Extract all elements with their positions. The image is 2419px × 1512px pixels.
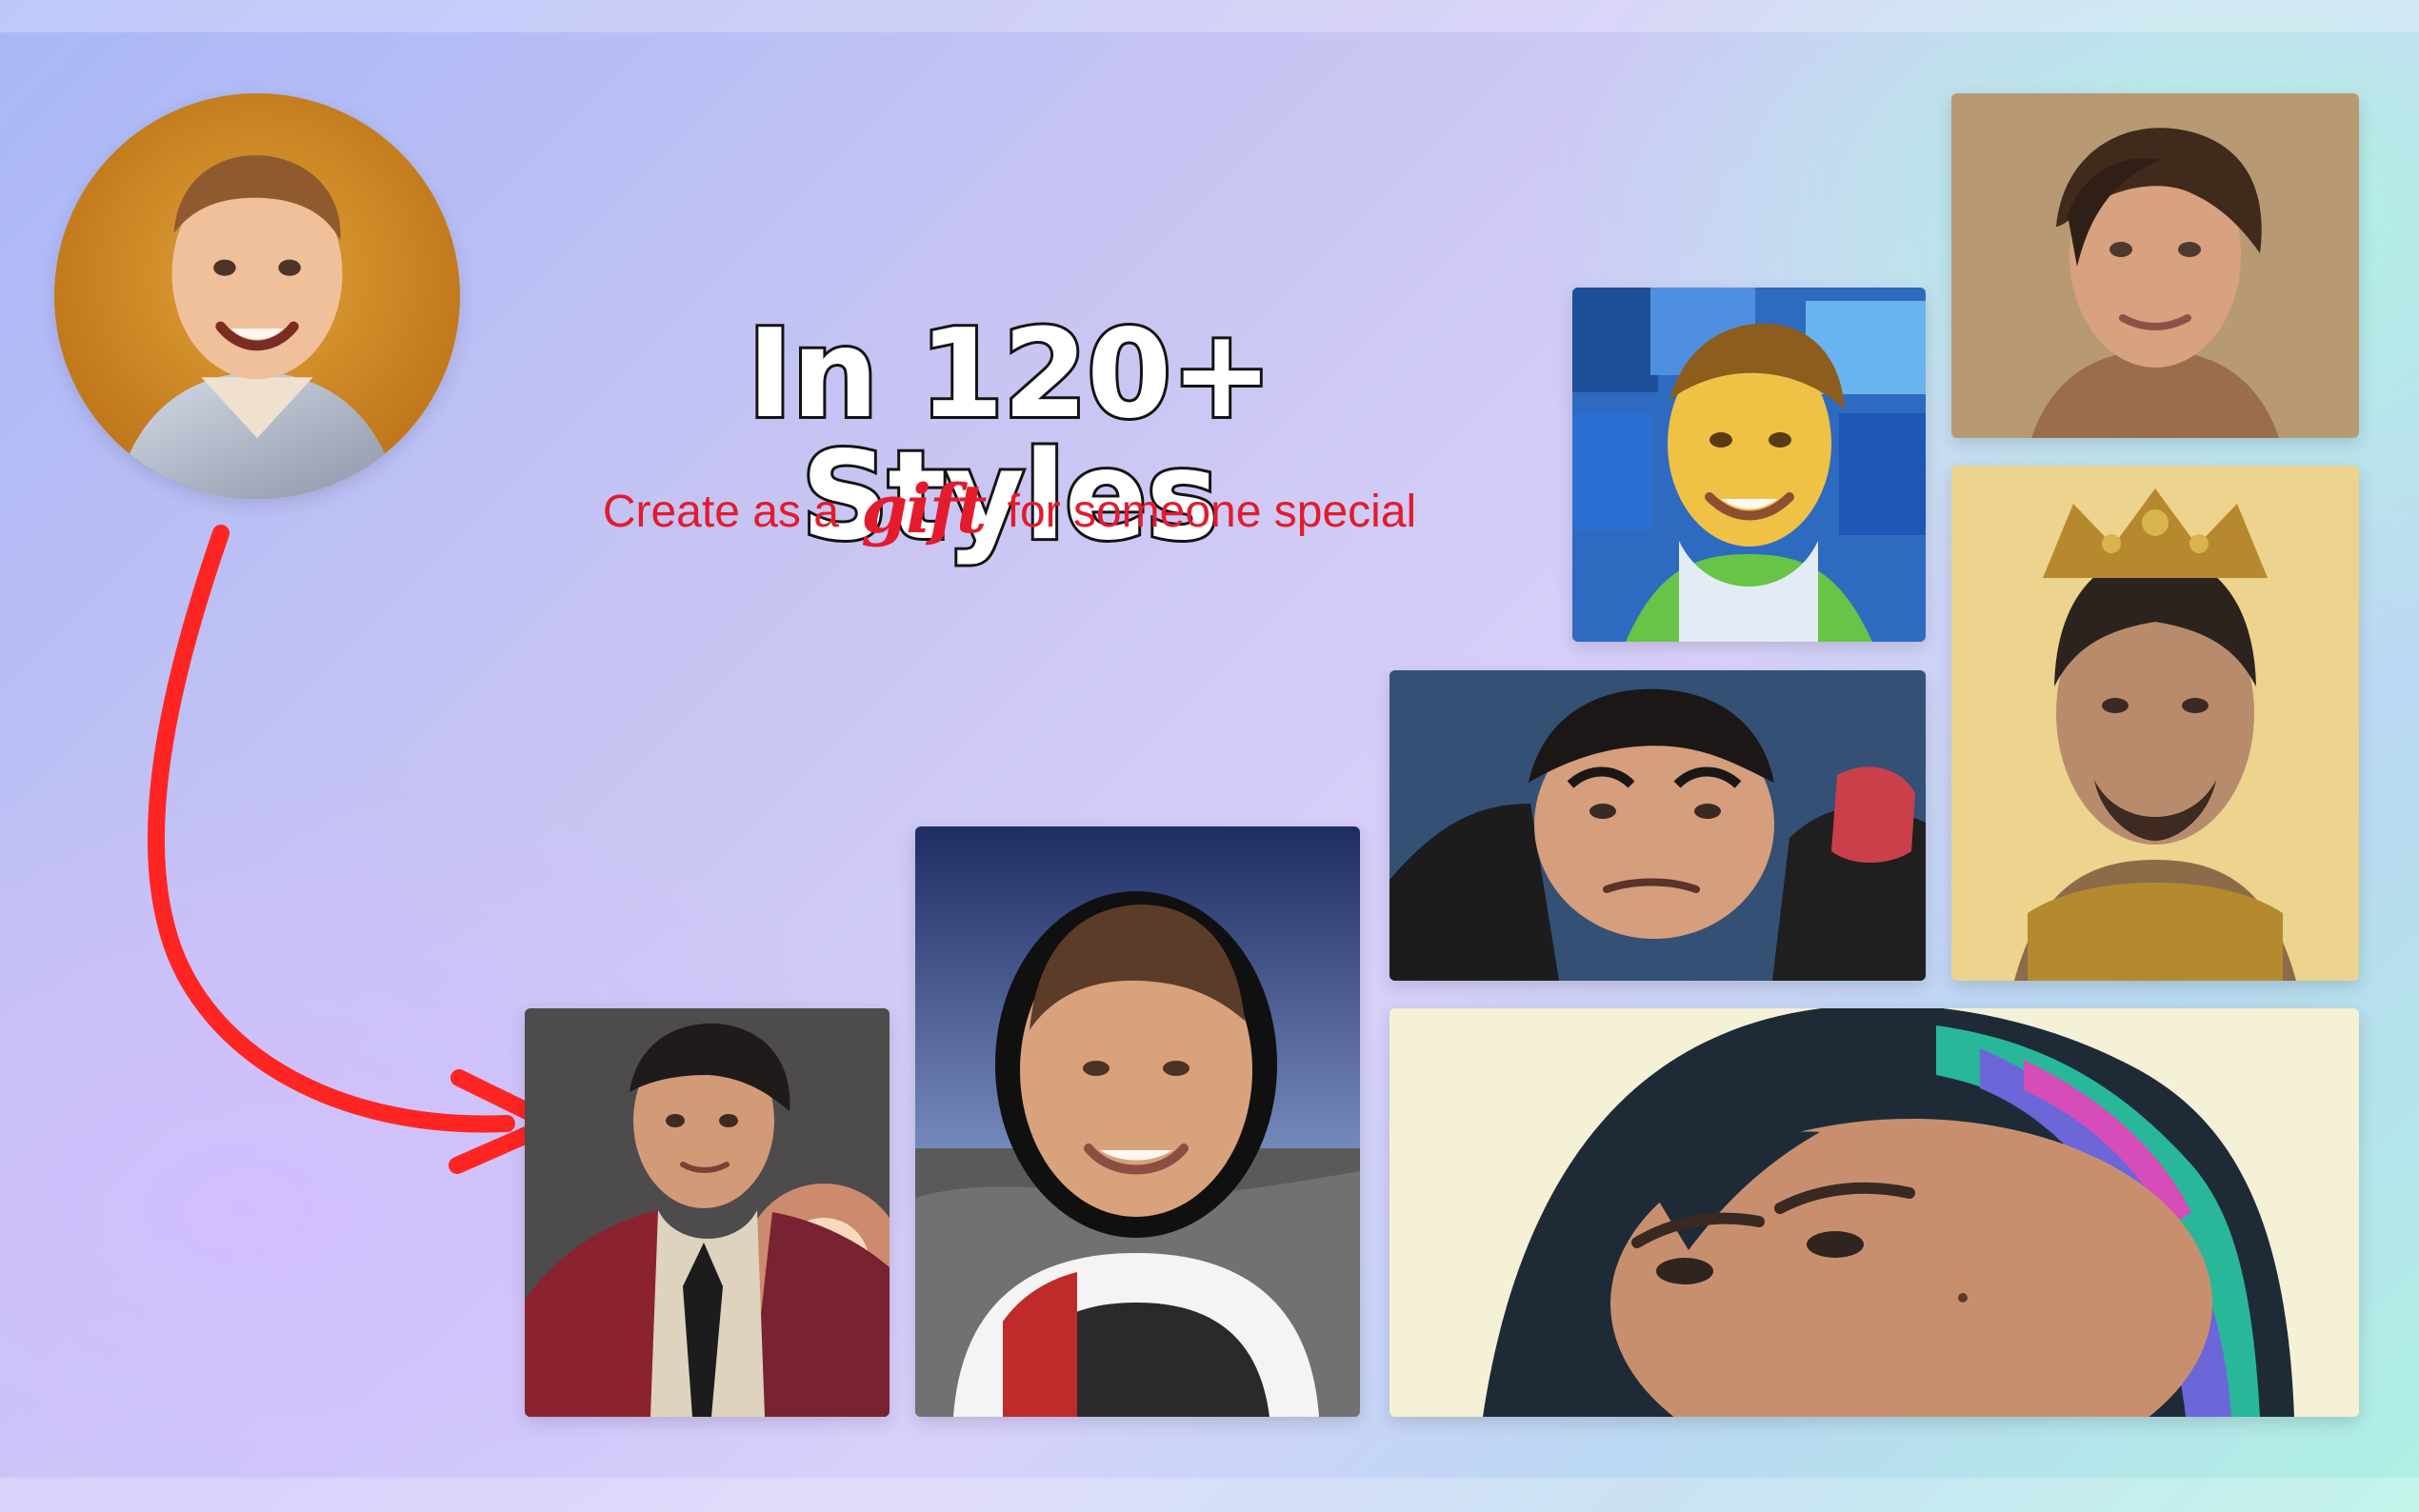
comic-portrait-image [1389,670,1926,981]
styled-portrait-promo-canvas: In 120+ Styles Create as a gift for some… [0,0,2419,1512]
result-comic-tile [1389,670,1926,981]
subheadline-emphasis: gift [861,469,987,548]
result-anime-hair-tile [1389,1008,2359,1417]
suit-portrait-image [525,1008,890,1417]
source-portrait-avatar [54,93,460,499]
top-light-band [0,0,2419,32]
royal-portrait-image [1951,466,2359,981]
result-suit-tile [525,1008,890,1417]
result-astronaut-tile [915,826,1360,1417]
result-realistic-tile [1951,93,2359,438]
astronaut-portrait-image [915,826,1360,1417]
anime-colorful-hair-portrait-image [1389,1008,2359,1417]
page-subheadline: Create as a gift for someone special [552,472,1467,546]
oil-painting-portrait-image [1572,288,1926,642]
result-royal-tile [1951,466,2359,981]
subheadline-prefix: Create as a [602,487,839,537]
result-oil-painting-tile [1572,288,1926,642]
subheadline-suffix: for someone special [1007,487,1417,537]
bottom-light-band [0,1478,2419,1512]
realistic-portrait-image [1951,93,2359,438]
source-portrait-image [54,93,460,499]
